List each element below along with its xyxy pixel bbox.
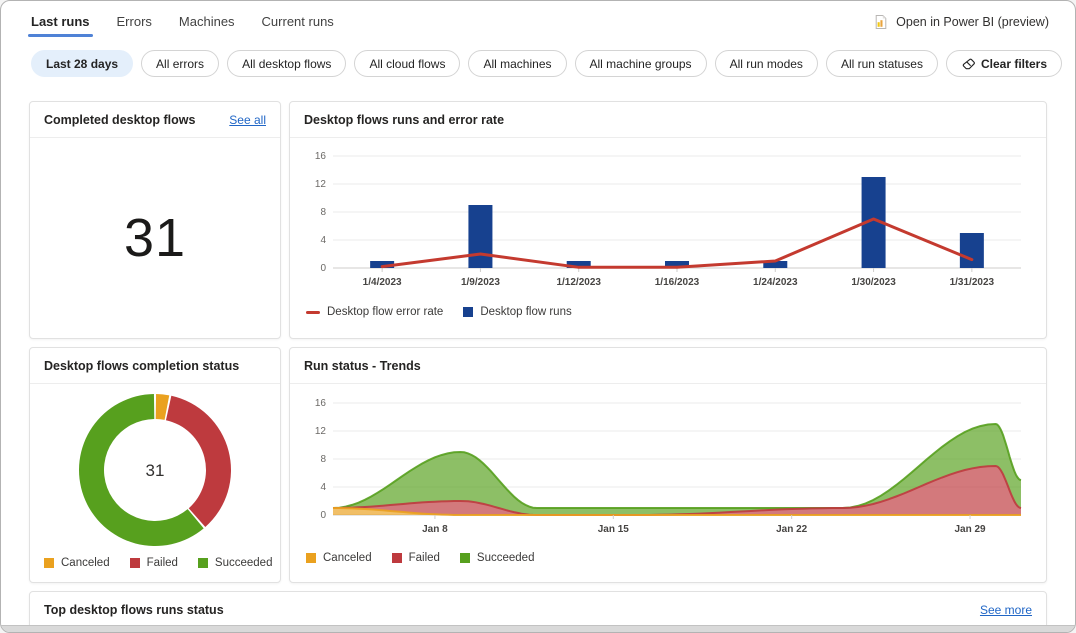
svg-text:1/24/2023: 1/24/2023 bbox=[753, 277, 798, 288]
cards-area: Completed desktop flows See all 31 Deskt… bbox=[29, 101, 1047, 633]
runs-error-rate-card: Desktop flows runs and error rate 16 12 8 4… bbox=[289, 101, 1047, 339]
filter-bar: Last 28 days All errors All desktop flows A… bbox=[1, 38, 1075, 77]
runs-error-rate-legend: Desktop flow error rate Desktop flow runs bbox=[290, 298, 1046, 318]
clear-filters-button[interactable]: Clear filters bbox=[946, 50, 1062, 77]
legend-label: Desktop flow error rate bbox=[327, 306, 443, 318]
see-all-link[interactable]: See all bbox=[229, 113, 266, 127]
legend-item-desktop-flow-error-rate[interactable]: Desktop flow error rate bbox=[306, 306, 443, 318]
svg-text:0: 0 bbox=[320, 263, 326, 274]
svg-text:12: 12 bbox=[315, 426, 327, 437]
run-status-trends-chart[interactable]: 16 12 8 4 0 Jan 8 Jan 15 Jan 22 Jan 29 bbox=[299, 389, 1039, 539]
tab-errors[interactable]: Errors bbox=[117, 14, 152, 38]
svg-text:31: 31 bbox=[146, 461, 165, 480]
legend-label: Failed bbox=[147, 557, 178, 569]
svg-text:1/30/2023: 1/30/2023 bbox=[851, 277, 896, 288]
legend-item-succeeded[interactable]: Succeeded bbox=[198, 557, 273, 569]
legend-item-canceled[interactable]: Canceled bbox=[306, 552, 372, 564]
svg-text:1/4/2023: 1/4/2023 bbox=[363, 277, 402, 288]
succeeded-swatch bbox=[460, 553, 470, 563]
desktop-flow-runs-swatch bbox=[463, 307, 473, 317]
failed-swatch bbox=[130, 558, 140, 568]
top-bar: Last runs Errors Machines Current runs Open… bbox=[1, 1, 1075, 38]
filter-pill-last-28-days[interactable]: Last 28 days bbox=[31, 50, 133, 77]
succeeded-swatch bbox=[198, 558, 208, 568]
svg-text:4: 4 bbox=[320, 235, 326, 246]
clear-filters-label: Clear filters bbox=[981, 57, 1047, 71]
completed-flows-count: 31 bbox=[124, 207, 186, 269]
filter-pill-all-machines[interactable]: All machines bbox=[468, 50, 566, 77]
tab-machines[interactable]: Machines bbox=[179, 14, 235, 38]
row-2: Desktop flows completion status 31 Cance… bbox=[29, 347, 1047, 583]
power-bi-icon bbox=[873, 14, 889, 30]
legend-item-failed[interactable]: Failed bbox=[130, 557, 178, 569]
svg-text:4: 4 bbox=[320, 482, 326, 493]
runs-error-rate-chart[interactable]: 16 12 8 4 0 1/4/2023 1/9/2023 1/12/2023 1/16/202… bbox=[299, 143, 1039, 293]
window-bottom-edge bbox=[1, 625, 1075, 632]
filter-pill-all-errors[interactable]: All errors bbox=[141, 50, 219, 77]
svg-text:1/9/2023: 1/9/2023 bbox=[461, 277, 500, 288]
legend-label: Succeeded bbox=[477, 552, 535, 564]
svg-text:16: 16 bbox=[315, 398, 327, 409]
completion-status-donut-chart[interactable]: 31 bbox=[69, 386, 241, 552]
legend-label: Succeeded bbox=[215, 557, 273, 569]
legend-label: Failed bbox=[409, 552, 440, 564]
completion-status-legend: Canceled Failed Succeeded bbox=[30, 557, 280, 581]
filter-pill-all-cloud-flows[interactable]: All cloud flows bbox=[354, 50, 460, 77]
trends-card-title: Run status - Trends bbox=[304, 359, 421, 373]
runs-error-card-title: Desktop flows runs and error rate bbox=[304, 113, 504, 127]
svg-text:8: 8 bbox=[320, 454, 326, 465]
legend-item-canceled[interactable]: Canceled bbox=[44, 557, 110, 569]
completion-status-card: Desktop flows completion status 31 Cance… bbox=[29, 347, 281, 583]
svg-text:Jan 15: Jan 15 bbox=[598, 524, 630, 535]
trends-legend: Canceled Failed Succeeded bbox=[290, 544, 1046, 564]
analytics-dashboard: Last runs Errors Machines Current runs Open… bbox=[0, 0, 1076, 633]
legend-label: Desktop flow runs bbox=[480, 306, 571, 318]
run-status-trends-card: Run status - Trends 16 12 8 4 0 Jan 8 Jan 15 Ja… bbox=[289, 347, 1047, 583]
legend-label: Canceled bbox=[61, 557, 110, 569]
open-in-power-bi-label: Open in Power BI (preview) bbox=[896, 15, 1049, 29]
legend-item-succeeded[interactable]: Succeeded bbox=[460, 552, 535, 564]
filter-pill-all-machine-groups[interactable]: All machine groups bbox=[575, 50, 707, 77]
svg-text:0: 0 bbox=[320, 510, 326, 521]
eraser-icon bbox=[961, 57, 975, 71]
legend-label: Canceled bbox=[323, 552, 372, 564]
failed-swatch bbox=[392, 553, 402, 563]
svg-text:Jan 29: Jan 29 bbox=[954, 524, 986, 535]
legend-item-failed[interactable]: Failed bbox=[392, 552, 440, 564]
row-1: Completed desktop flows See all 31 Deskt… bbox=[29, 101, 1047, 339]
canceled-swatch bbox=[44, 558, 54, 568]
svg-text:1/12/2023: 1/12/2023 bbox=[556, 277, 601, 288]
svg-text:Jan 22: Jan 22 bbox=[776, 524, 808, 535]
canceled-swatch bbox=[306, 553, 316, 563]
svg-text:1/16/2023: 1/16/2023 bbox=[655, 277, 700, 288]
filter-pill-all-desktop-flows[interactable]: All desktop flows bbox=[227, 50, 346, 77]
desktop-flow-error-rate-swatch bbox=[306, 311, 320, 314]
svg-text:12: 12 bbox=[315, 179, 327, 190]
svg-text:16: 16 bbox=[315, 151, 327, 162]
open-in-power-bi-link[interactable]: Open in Power BI (preview) bbox=[873, 14, 1049, 30]
completed-card-title: Completed desktop flows bbox=[44, 113, 195, 127]
tab-bar: Last runs Errors Machines Current runs bbox=[31, 14, 334, 38]
donut-slice-failed[interactable] bbox=[166, 396, 231, 527]
filter-pill-all-run-statuses[interactable]: All run statuses bbox=[826, 50, 938, 77]
completion-card-title: Desktop flows completion status bbox=[44, 359, 239, 373]
tab-last-runs[interactable]: Last runs bbox=[31, 14, 90, 38]
completed-desktop-flows-card: Completed desktop flows See all 31 bbox=[29, 101, 281, 339]
svg-text:8: 8 bbox=[320, 207, 326, 218]
svg-text:1/31/2023: 1/31/2023 bbox=[950, 277, 995, 288]
top-flows-card-title: Top desktop flows runs status bbox=[44, 603, 224, 617]
filter-pill-all-run-modes[interactable]: All run modes bbox=[715, 50, 818, 77]
see-more-link[interactable]: See more bbox=[980, 603, 1032, 617]
tab-current-runs[interactable]: Current runs bbox=[262, 14, 334, 38]
svg-text:Jan 8: Jan 8 bbox=[422, 524, 448, 535]
legend-item-desktop-flow-runs[interactable]: Desktop flow runs bbox=[463, 306, 571, 318]
